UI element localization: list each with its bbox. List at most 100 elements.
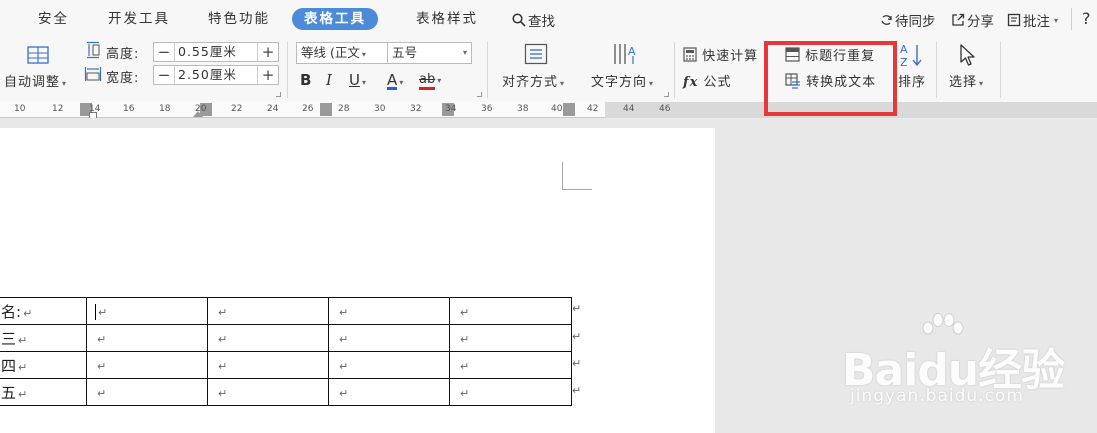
width-stepper[interactable]: − 2.50厘米 +: [153, 65, 279, 85]
sync-label: 待同步: [895, 14, 936, 30]
decrease-width-button[interactable]: −: [154, 66, 174, 84]
document-table[interactable]: 名: ↵ ↵ ↵ ↵ ↵ 三 ↵ ↵ ↵ ↵ ↵ 四 ↵ ↵ ↵ ↵ ↵ 五 ↵ ↵ ↵…: [0, 297, 572, 406]
sort-icon[interactable]: A Z: [899, 42, 925, 72]
font-color-icon: A: [387, 71, 398, 90]
select-button[interactable]: 选择 ▾: [949, 71, 984, 90]
tab-developer-tools[interactable]: 开发工具: [108, 8, 170, 30]
decrease-height-button[interactable]: −: [154, 43, 174, 61]
table-row: 名: ↵ ↵ ↵ ↵ ↵: [0, 297, 572, 325]
table-cell[interactable]: ↵: [207, 324, 329, 352]
dialog-launcher[interactable]: [664, 92, 669, 97]
ribbon-tab-bar: 安全 开发工具 特色功能 表格工具 表格样式 查找 待同步 分享 批注 ▾ ?: [0, 0, 1097, 38]
table-cell[interactable]: ↵: [86, 297, 208, 325]
return-mark: ↵: [97, 360, 107, 373]
ruler-number: 10: [14, 104, 26, 114]
table-cell[interactable]: ↵: [328, 324, 450, 352]
font-color-button[interactable]: A ▾: [387, 71, 403, 92]
table-cell[interactable]: 五 ↵: [0, 378, 87, 406]
comment-button[interactable]: 批注 ▾: [1007, 10, 1058, 30]
baidu-watermark: Baidu经验 jingyan.baidu.com: [838, 312, 1068, 412]
chevron-down-icon: ▾: [649, 79, 655, 88]
table-cell[interactable]: 四 ↵: [0, 351, 87, 379]
cell-text: 名:: [1, 302, 22, 321]
ruler-number: 46: [659, 104, 671, 114]
annotation-highlight-box: [764, 41, 897, 116]
cursor-icon[interactable]: [958, 43, 978, 71]
tab-stop-marker[interactable]: [193, 111, 203, 117]
dialog-launcher[interactable]: [477, 92, 482, 97]
formula-button[interactable]: fx 公式: [683, 71, 732, 90]
share-label[interactable]: 分享: [967, 10, 994, 30]
sync-icon: [881, 15, 892, 25]
table-cell[interactable]: ↵: [449, 351, 572, 379]
height-stepper[interactable]: − 0.55厘米 +: [153, 42, 279, 62]
chevron-down-icon: ▾: [361, 50, 366, 59]
auto-adjust-icon[interactable]: [26, 44, 50, 70]
table-row: 三 ↵ ↵ ↵ ↵ ↵: [0, 324, 572, 352]
document-page[interactable]: 名: ↵ ↵ ↵ ↵ ↵ 三 ↵ ↵ ↵ ↵ ↵ 四 ↵ ↵ ↵ ↵ ↵ 五 ↵ ↵ ↵…: [0, 128, 715, 433]
table-cell[interactable]: ↵: [328, 297, 450, 325]
table-cell[interactable]: ↵: [86, 351, 208, 379]
table-cell[interactable]: ↵: [328, 351, 450, 379]
table-cell[interactable]: ↵: [328, 378, 450, 406]
italic-button[interactable]: I: [326, 71, 332, 89]
tab-table-style[interactable]: 表格样式: [416, 8, 478, 30]
table-cell[interactable]: 名: ↵: [0, 297, 87, 325]
align-label: 对齐方式: [502, 75, 559, 90]
tab-special-features[interactable]: 特色功能: [208, 8, 270, 30]
cell-text: 四: [1, 356, 17, 375]
share-button[interactable]: 分享: [951, 10, 994, 30]
font-name-select[interactable]: 等线 (正文 ▾: [296, 42, 388, 64]
ruler-number: 44: [623, 104, 635, 114]
text-direction-icon[interactable]: A: [612, 42, 638, 70]
table-cell[interactable]: ↵: [207, 351, 329, 379]
auto-adjust-button[interactable]: 自动调整 ▾: [4, 71, 67, 90]
search-icon: [512, 13, 526, 27]
table-cell[interactable]: ↵: [86, 324, 208, 352]
formula-label: 公式: [703, 75, 732, 90]
tab-security[interactable]: 安全: [38, 8, 69, 30]
table-cell[interactable]: ↵: [207, 378, 329, 406]
return-mark: ↵: [339, 387, 349, 400]
underline-button[interactable]: U ▾: [349, 71, 366, 92]
column-marker[interactable]: [563, 103, 575, 116]
dialog-launcher[interactable]: [276, 92, 281, 97]
chevron-down-icon: ▾: [62, 79, 68, 88]
highlight-button[interactable]: ab ▾: [419, 71, 441, 90]
horizontal-ruler[interactable]: 10 12 14 16 18 20 22 24 26 28 30 32 34 3…: [0, 102, 1097, 120]
table-cell[interactable]: ↵: [207, 297, 329, 325]
row-end-mark: ↵: [572, 357, 582, 370]
search-button[interactable]: 查找: [512, 10, 555, 30]
row-end-mark: ↵: [572, 384, 582, 397]
column-width-icon: [84, 65, 102, 87]
text-cursor: [95, 303, 96, 320]
help-button[interactable]: ?: [1082, 9, 1091, 28]
table-cell[interactable]: ↵: [449, 297, 572, 325]
increase-width-button[interactable]: +: [258, 66, 278, 84]
table-cell[interactable]: ↵: [449, 324, 572, 352]
font-size-select[interactable]: 五号 ▾: [387, 42, 472, 64]
return-mark: ↵: [97, 333, 107, 346]
bold-button[interactable]: B: [300, 71, 311, 89]
table-cell[interactable]: 三 ↵: [0, 324, 87, 352]
chevron-down-icon: ▾: [399, 78, 404, 87]
sort-button[interactable]: 排序: [898, 71, 926, 90]
ruler-number: 12: [52, 104, 64, 114]
font-size-value: 五号: [392, 45, 418, 60]
sync-button[interactable]: 待同步: [880, 10, 936, 30]
return-mark: ↵: [218, 360, 228, 373]
table-cell[interactable]: ↵: [86, 378, 208, 406]
align-icon[interactable]: [524, 43, 548, 69]
quick-calc-button[interactable]: 快速计算: [683, 45, 758, 64]
text-direction-button[interactable]: 文字方向 ▾: [591, 71, 654, 90]
height-value[interactable]: 0.55厘米: [174, 43, 258, 61]
table-cell[interactable]: ↵: [449, 378, 572, 406]
ruler-number: 28: [338, 104, 350, 114]
watermark-url: jingyan.baidu.com: [850, 386, 1024, 406]
width-value[interactable]: 2.50厘米: [174, 66, 258, 84]
column-marker[interactable]: [320, 103, 332, 116]
tab-table-tools[interactable]: 表格工具: [292, 8, 378, 30]
chevron-down-icon: ▾: [1054, 15, 1059, 25]
align-button[interactable]: 对齐方式 ▾: [502, 71, 565, 90]
increase-height-button[interactable]: +: [258, 43, 278, 61]
